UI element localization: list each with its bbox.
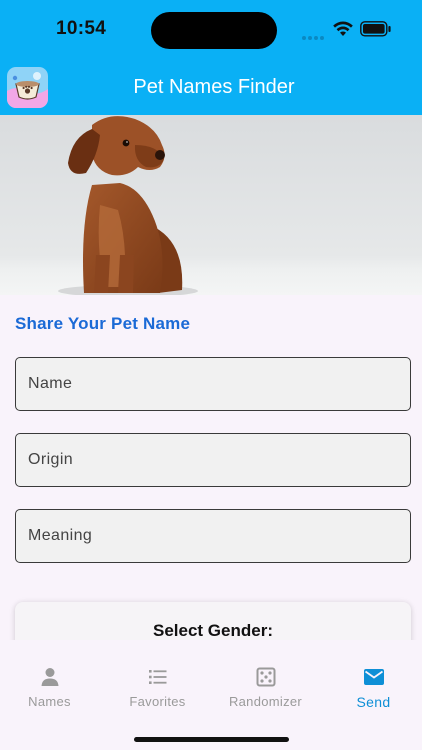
name-input[interactable] — [16, 358, 410, 410]
meaning-field[interactable] — [15, 509, 411, 563]
tab-randomizer[interactable]: Randomizer — [213, 654, 318, 714]
meaning-input[interactable] — [16, 510, 410, 562]
dachshund-photo — [0, 115, 422, 295]
tab-send-label: Send — [356, 694, 391, 710]
person-icon — [41, 668, 58, 686]
home-indicator[interactable] — [134, 737, 289, 742]
gender-selector-title: Select Gender: — [153, 621, 273, 640]
status-time: 10:54 — [56, 18, 107, 39]
tab-bar: Names Favorites Randomizer Send — [0, 640, 422, 750]
battery-icon — [360, 21, 391, 37]
tab-names[interactable]: Names — [0, 654, 102, 714]
cellular-signal-icon — [302, 27, 326, 45]
list-icon — [148, 670, 166, 684]
wifi-icon — [333, 21, 353, 36]
tab-names-label: Names — [28, 694, 71, 709]
app-title: Pet Names Finder — [133, 76, 295, 98]
envelope-icon — [363, 669, 384, 685]
name-field[interactable] — [15, 357, 411, 411]
form-section-title: Share Your Pet Name — [15, 314, 191, 333]
app-header: 10:54 Pet Names Finder — [0, 0, 422, 115]
origin-field[interactable] — [15, 433, 411, 487]
status-bar: 10:54 — [0, 0, 422, 58]
dice-icon — [256, 667, 275, 687]
dynamic-island — [151, 12, 277, 49]
tab-favorites[interactable]: Favorites — [105, 654, 210, 714]
tab-favorites-label: Favorites — [129, 694, 186, 709]
status-icons — [302, 20, 396, 40]
tab-randomizer-label: Randomizer — [228, 694, 303, 709]
origin-input[interactable] — [16, 434, 410, 486]
tab-send[interactable]: Send — [321, 654, 422, 714]
